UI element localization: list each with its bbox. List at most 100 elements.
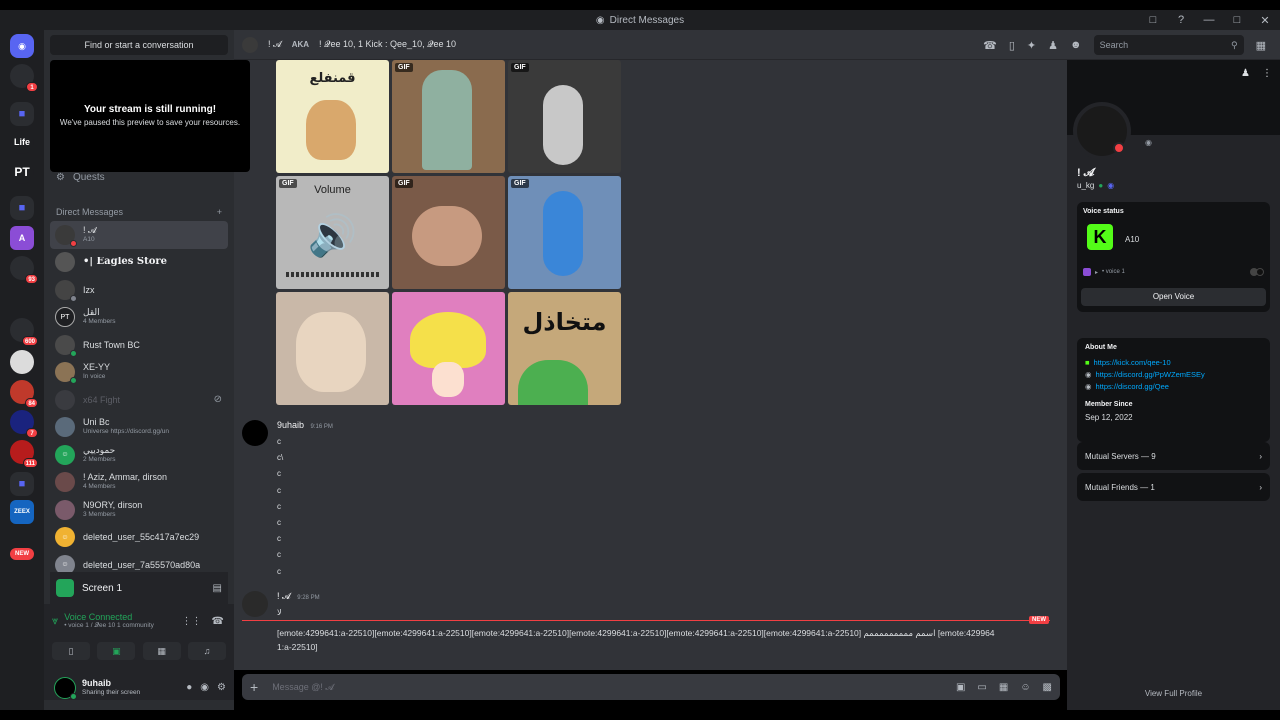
gif-image[interactable]: GIF Volume 🔊 (276, 176, 389, 289)
more-options-icon[interactable]: ⋮ (1262, 68, 1272, 79)
voice-connected-label[interactable]: Voice Connected (64, 612, 154, 622)
message-author[interactable]: ! 𝓐 (277, 591, 291, 601)
noise-suppression-icon[interactable]: ⋮⋮ (182, 616, 202, 627)
video-call-icon[interactable]: ▯ (1009, 39, 1015, 52)
server-icon[interactable]: 84 (10, 380, 38, 408)
gif-image[interactable]: GIF (392, 176, 505, 289)
avatar[interactable] (242, 420, 268, 446)
dm-item[interactable]: ! Aziz, Ammar, dirson 4 Members (50, 469, 228, 497)
activities-button[interactable]: ▦ (142, 642, 181, 660)
about-me-title: About Me (1085, 344, 1117, 351)
gif-grid: قمنفلع GIF GIF GIF Volume 🔊 GIF GIF متخا… (276, 60, 622, 406)
create-dm-plus-icon[interactable]: + (217, 207, 222, 217)
server-icon[interactable]: ZEEX (10, 500, 34, 524)
profile-display-name: ! 𝓐 (1077, 167, 1095, 179)
minimize-button[interactable]: — (1202, 14, 1216, 26)
camera-button[interactable]: ▯ (52, 642, 90, 660)
add-friends-icon[interactable]: ♟ (1048, 39, 1058, 52)
voice-channel-label[interactable]: • voice 1 / 𝓠ee 10 1 community (64, 622, 154, 630)
profile-link[interactable]: ◉ https://discord.gg/PpWZemESEy (1085, 369, 1262, 381)
help-icon[interactable]: ? (1174, 14, 1188, 26)
server-icon[interactable]: 111 (10, 440, 38, 468)
gift-icon[interactable]: ▣ (956, 682, 965, 693)
gif-image[interactable]: متخاذل (508, 292, 621, 405)
gif-icon[interactable]: ▭ (977, 682, 986, 693)
attach-plus-icon[interactable]: + (250, 679, 258, 695)
dm-item[interactable]: ☺ حمودييي 2 Members (50, 441, 228, 469)
dm-item[interactable]: Uni Bc Universe https://discord.gg/un (50, 414, 228, 442)
inbox-icon[interactable]: □ (1146, 14, 1160, 26)
dm-item[interactable]: XE-YY In voice (50, 359, 228, 387)
disconnect-icon[interactable]: ☎ (212, 616, 224, 627)
server-folder[interactable]: ■ (10, 102, 34, 126)
gif-image[interactable]: GIF (508, 60, 621, 173)
message-author[interactable]: 9uhaib (277, 420, 304, 430)
member-since-title: Member Since (1085, 401, 1133, 408)
close-button[interactable]: ✕ (1258, 14, 1272, 27)
server-folder[interactable]: ■ (10, 472, 34, 496)
server-rail: ◉ 1 ■ Life PT ■ A 93 600 84 7 111 ■ ZEEX… (0, 30, 44, 710)
new-badge: NEW (10, 548, 34, 560)
mutual-servers-button[interactable]: Mutual Servers — 9 › (1077, 442, 1270, 470)
server-icon[interactable] (10, 350, 34, 374)
gif-image[interactable]: قمنفلع (276, 60, 389, 173)
server-icon[interactable]: PT (10, 160, 34, 184)
kitten-figure (296, 312, 366, 392)
add-friend-icon[interactable]: ♟ (1241, 68, 1250, 79)
message-composer[interactable]: + Message @! 𝓐 ▣ ▭ ▦ ☺ ▩ (242, 674, 1060, 700)
sticker-icon[interactable]: ▦ (999, 682, 1008, 693)
dm-item[interactable]: •| Eagles Store (50, 249, 228, 277)
inbox-icon[interactable]: ▦ (1256, 39, 1266, 52)
message-input[interactable]: Message @! 𝓐 (272, 682, 334, 693)
gif-image[interactable] (276, 292, 389, 405)
maximize-button[interactable]: □ (1230, 14, 1244, 26)
gif-image[interactable]: GIF (392, 60, 505, 173)
profile-avatar[interactable] (1073, 102, 1131, 160)
server-icon[interactable]: Life (10, 130, 34, 154)
gif-image[interactable] (392, 292, 505, 405)
dm-item[interactable]: PT القل 4 Members (50, 304, 228, 332)
voice-participants (1250, 268, 1264, 276)
emoji-icon[interactable]: ☺ (1020, 682, 1030, 693)
home-button[interactable]: ◉ (10, 34, 34, 58)
user-panel[interactable]: 9uhaib Sharing their screen ● ◉ ⚙ (50, 672, 228, 704)
dm-item[interactable]: Izx (50, 276, 228, 304)
dm-item[interactable]: ☺ deleted_user_55c417a7ec29 (50, 524, 228, 552)
gif-image[interactable]: GIF (508, 176, 621, 289)
message-timestamp: 9:16 PM (310, 424, 333, 430)
server-icon[interactable]: 600 (10, 318, 38, 346)
mutual-friends-button[interactable]: Mutual Friends — 1 › (1077, 473, 1270, 501)
quests-link[interactable]: ⚙ Quests (56, 172, 105, 183)
server-icon[interactable]: 93 (10, 256, 38, 284)
pin-icon[interactable]: ✦ (1027, 39, 1036, 52)
avatar (55, 224, 77, 247)
screen-share-button[interactable]: ▣ (97, 642, 136, 660)
open-voice-button[interactable]: Open Voice (1081, 288, 1266, 306)
microphone-icon[interactable]: ● (186, 682, 192, 693)
profile-link[interactable]: ◉ https://discord.gg/Qee (1085, 381, 1262, 393)
dm-header: Direct Messages + (56, 207, 222, 217)
avatar[interactable] (242, 591, 268, 617)
view-full-profile-link[interactable]: View Full Profile (1067, 689, 1280, 698)
apps-icon[interactable]: ▩ (1043, 682, 1052, 693)
headphones-icon[interactable]: ◉ (200, 682, 209, 693)
dm-item[interactable]: Rust Town BC (50, 331, 228, 359)
chat-title[interactable]: ! 𝓐 (268, 39, 282, 50)
server-icon[interactable]: 1 (10, 64, 38, 92)
server-folder[interactable]: ■ (10, 196, 34, 220)
find-conversation-button[interactable]: Find or start a conversation (50, 35, 228, 55)
dm-item[interactable]: ! 𝓐 A10 (50, 221, 228, 249)
voice-call-icon[interactable]: ☎ (983, 39, 997, 52)
profile-link[interactable]: ■ https://kick.com/qee-10 (1085, 357, 1262, 369)
dm-item[interactable]: N9ORY, dirson 3 Members (50, 496, 228, 524)
server-icon[interactable]: 7 (10, 410, 38, 438)
screen-share-panel[interactable]: Screen 1 ▤ (50, 572, 228, 604)
gear-icon[interactable]: ⚙ (217, 682, 226, 693)
popout-icon[interactable]: ▤ (213, 583, 222, 594)
soundboard-button[interactable]: ♫ (187, 642, 226, 660)
search-input[interactable]: Search ⚲ (1093, 35, 1244, 55)
dm-item[interactable]: x64 Fight ⊘ (50, 386, 228, 414)
letterbox-bottom (0, 710, 1280, 720)
server-icon[interactable]: A (10, 226, 34, 250)
user-profile-icon[interactable]: ☻ (1070, 39, 1082, 51)
